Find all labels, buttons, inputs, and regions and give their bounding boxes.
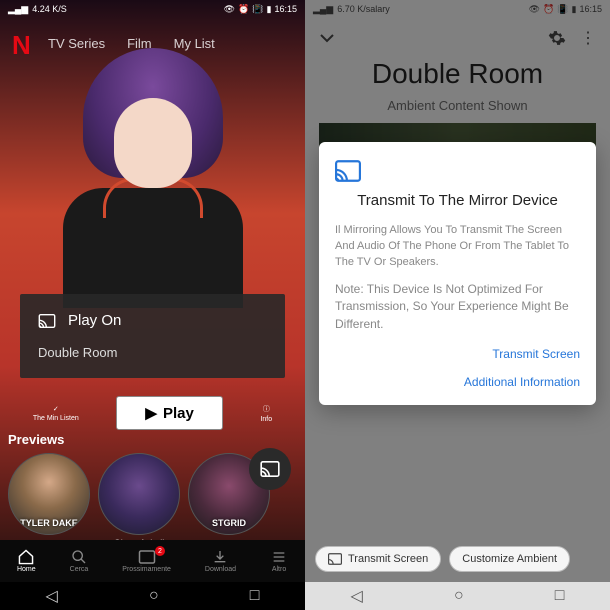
check-icon: ✓ [53,405,59,413]
mylist-action[interactable]: ✓ The Min Listen [33,405,79,422]
nav-coming[interactable]: 2 Prossimamente [122,549,171,573]
transmit-chip-label: Transmit Screen [348,553,428,565]
netflix-screen: ▂▄▆ 4.24 K/S 👁 ⏰ 📳 ▮ 16:15 N TV Series F… [0,0,305,610]
hero-character [53,48,253,308]
back-button[interactable]: ◁ [46,586,58,606]
alarm-icon: ⏰ [238,4,249,15]
hero-actions: ✓ The Min Listen ▶ Play ⓘ Info [0,396,305,430]
bottom-nav: Home Cerca 2 Prossimamente Download Altr… [0,540,305,582]
cast-settings-screen: ▂▄▆ 6.70 K/salary 👁 ⏰ 📳 ▮ 16:15 ⋮ Double… [305,0,610,610]
netflix-logo[interactable]: N [12,30,31,61]
recents-button[interactable]: □ [555,587,565,605]
nav-coming-label: Prossimamente [122,566,171,573]
hero-area: N TV Series Film My List Play On Double … [0,18,305,438]
nav-home-label: Home [17,566,36,573]
transmit-screen-button[interactable]: Transmit Screen [335,347,580,361]
play-label: Play [163,405,194,422]
mirror-dialog: Transmit To The Mirror Device Il Mirrori… [319,142,596,405]
clock: 16:15 [274,4,297,14]
nav-search-label: Cerca [70,566,89,573]
nav-home[interactable]: Home [17,549,36,573]
dialog-note: Note: This Device Is Not Optimized For T… [335,281,580,333]
preview-overlay: STGRID [189,518,269,528]
nav-badge: 2 [155,546,165,556]
additional-info-button[interactable]: Additional Information [335,375,580,389]
play-icon: ▶ [145,404,157,422]
home-button[interactable]: ○ [454,587,464,605]
info-label: Info [260,416,272,423]
eye-icon: 👁 [224,4,235,15]
cast-icon [335,160,580,182]
info-icon: ⓘ [263,404,270,414]
cast-title-text: Play On [68,312,121,329]
nav-download[interactable]: Download [205,549,236,573]
system-nav: ◁ ○ □ [0,582,305,610]
battery-icon: ▮ [267,4,272,15]
mylist-label: The Min Listen [33,415,79,422]
nav-more-label: Altro [272,566,286,573]
net-speed: 4.24 K/S [32,4,67,14]
customize-chip[interactable]: Customize Ambient [449,546,570,572]
bottom-chips: Transmit Screen Customize Ambient [305,540,610,578]
dialog-body: Il Mirroring Allows You To Transmit The … [335,223,580,271]
preview-overlay: TYLER DAKE [9,518,89,528]
nav-download-label: Download [205,566,236,573]
home-button[interactable]: ○ [149,587,159,605]
back-button[interactable]: ◁ [351,586,363,606]
customize-chip-label: Customize Ambient [462,553,557,565]
play-button[interactable]: ▶ Play [116,396,222,430]
recents-button[interactable]: □ [250,587,260,605]
cast-card[interactable]: Play On Double Room [20,294,285,378]
signal-icon: ▂▄▆ [8,4,28,15]
preview-item[interactable]: TYLER DAKE [8,453,90,548]
vibrate-icon: 📳 [252,4,263,15]
dialog-title: Transmit To The Mirror Device [335,192,580,209]
nav-search[interactable]: Cerca [70,549,89,573]
transmit-chip[interactable]: Transmit Screen [315,546,441,572]
cast-icon [38,314,56,328]
cast-device-name: Double Room [38,345,267,360]
nav-more[interactable]: Altro [270,549,288,573]
preview-item[interactable]: Ghost Ashell [98,453,180,548]
status-bar: ▂▄▆ 4.24 K/S 👁 ⏰ 📳 ▮ 16:15 [0,0,305,18]
system-nav: ◁ ○ □ [305,582,610,610]
info-action[interactable]: ⓘ Info [260,404,272,423]
previews-heading: Previews [8,432,305,447]
floating-cast-button[interactable] [249,448,291,490]
